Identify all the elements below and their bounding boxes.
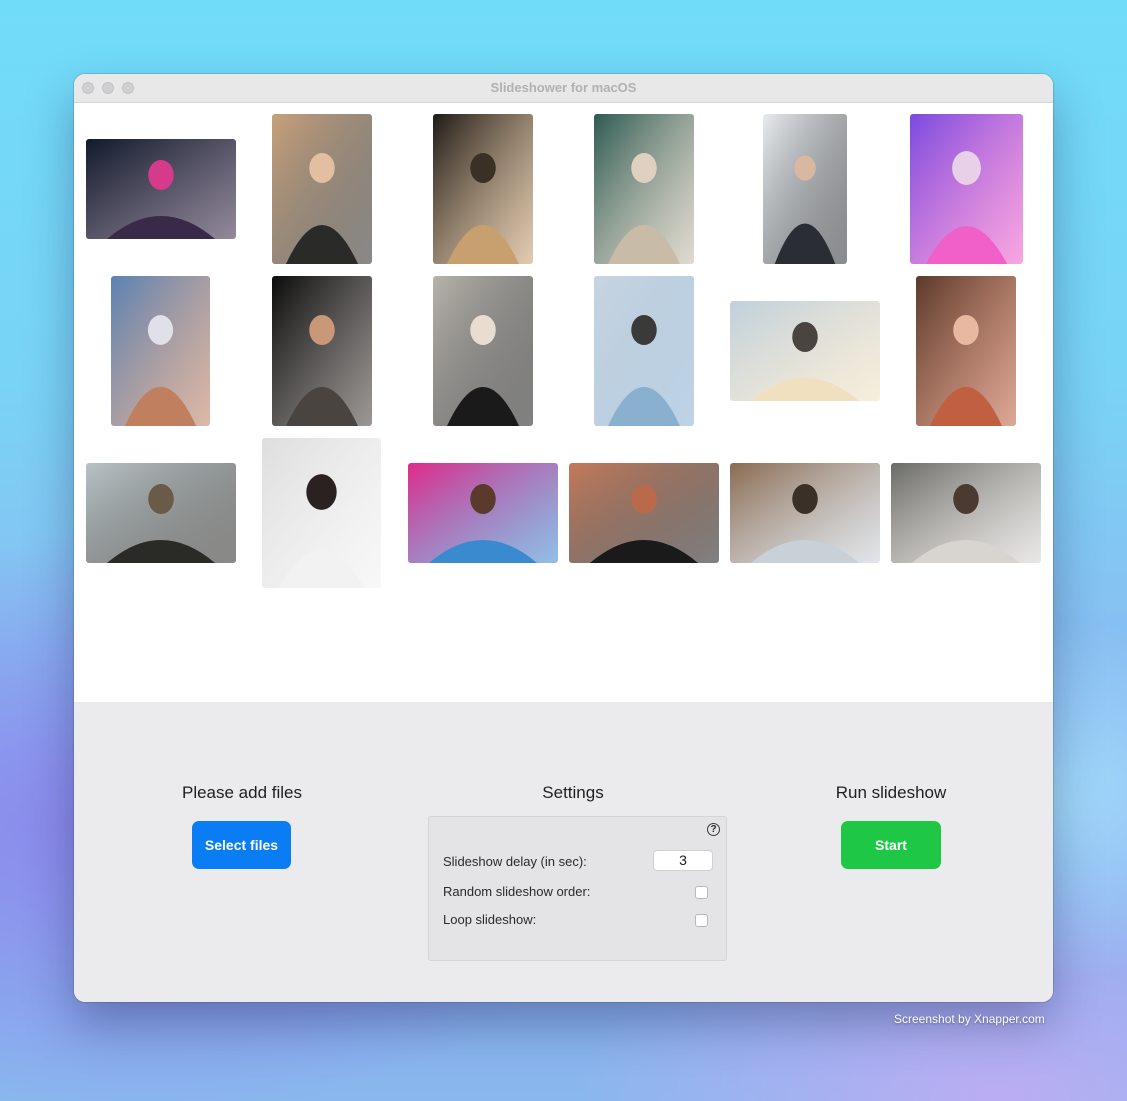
photo-thumbnail[interactable] <box>916 276 1016 426</box>
photo-thumbnail[interactable] <box>262 438 381 588</box>
start-button[interactable]: Start <box>841 821 941 869</box>
photo-thumbnail[interactable] <box>594 114 694 264</box>
random-order-label: Random slideshow order: <box>443 884 591 899</box>
app-window: Slideshower for macOS Please add files S… <box>74 74 1053 1002</box>
random-order-checkbox[interactable] <box>695 886 708 899</box>
select-files-button[interactable]: Select files <box>192 821 291 869</box>
window-title: Slideshower for macOS <box>490 80 637 95</box>
delay-label: Slideshow delay (in sec): <box>443 854 587 869</box>
loop-checkbox[interactable] <box>695 914 708 927</box>
title-bar: Slideshower for macOS <box>74 74 1053 103</box>
photo-thumbnail[interactable] <box>272 114 372 264</box>
settings-box: ? Slideshow delay (in sec): 3 Random sli… <box>428 816 727 961</box>
control-panel: Please add files Select files Settings ?… <box>74 702 1053 1002</box>
photo-thumbnail[interactable] <box>594 276 694 426</box>
files-heading: Please add files <box>181 783 303 802</box>
photo-thumbnail[interactable] <box>86 463 236 563</box>
watermark-text: Screenshot by Xnapper.com <box>894 1012 1045 1026</box>
help-icon[interactable]: ? <box>707 823 720 836</box>
settings-heading: Settings <box>542 783 604 802</box>
photo-thumbnail[interactable] <box>433 114 533 264</box>
photo-thumbnail[interactable] <box>730 463 880 563</box>
loop-label: Loop slideshow: <box>443 912 537 927</box>
delay-input[interactable]: 3 <box>653 850 713 871</box>
photo-thumbnail[interactable] <box>408 463 558 563</box>
photo-thumbnail[interactable] <box>730 301 880 401</box>
photo-thumbnail[interactable] <box>272 276 372 426</box>
photo-thumbnail[interactable] <box>569 463 719 563</box>
photo-thumbnail[interactable] <box>910 114 1023 264</box>
photo-thumbnail[interactable] <box>111 276 210 426</box>
run-heading: Run slideshow <box>835 783 947 802</box>
photo-gallery <box>74 103 1053 703</box>
photo-thumbnail[interactable] <box>433 276 533 426</box>
photo-thumbnail[interactable] <box>763 114 847 264</box>
photo-thumbnail[interactable] <box>891 463 1041 563</box>
photo-thumbnail[interactable] <box>86 139 236 239</box>
